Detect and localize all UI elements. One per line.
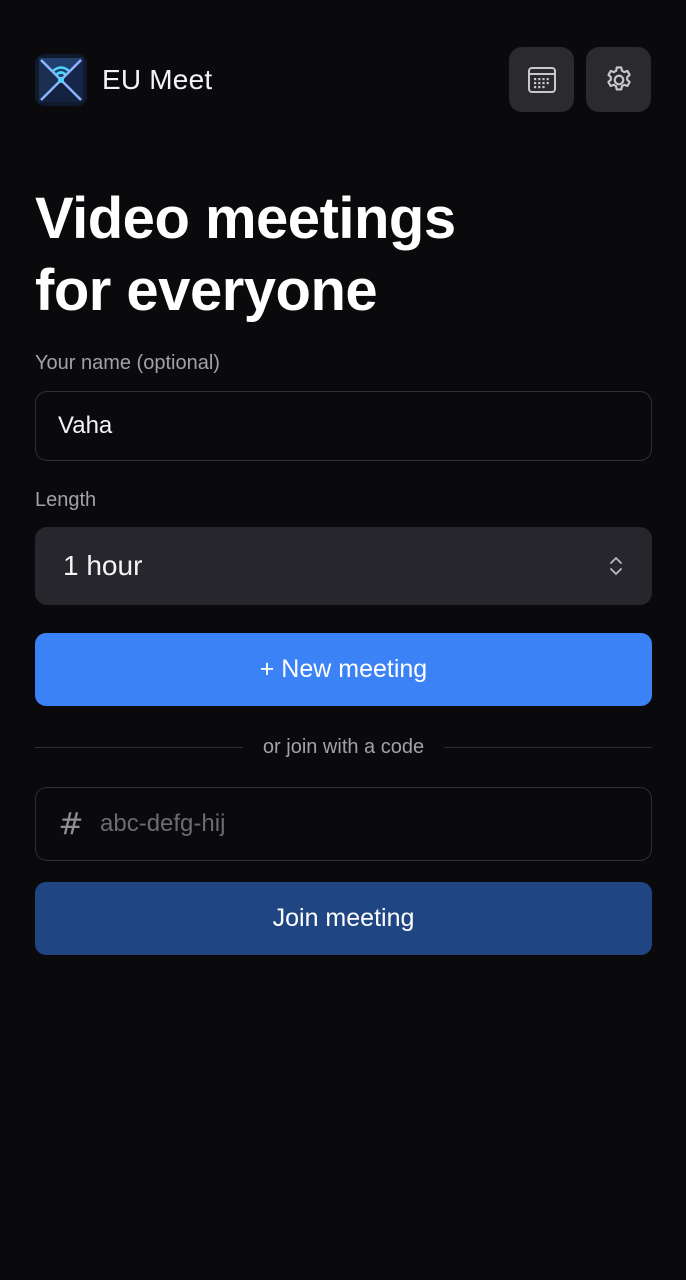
- name-input[interactable]: [35, 391, 652, 461]
- brand: EU Meet: [35, 53, 213, 106]
- length-label: Length: [35, 489, 97, 511]
- join-meeting-button[interactable]: Join meeting: [35, 882, 652, 955]
- length-selected-value: 1 hour: [63, 550, 143, 581]
- settings-button[interactable]: [586, 47, 651, 112]
- page: EU Meet Video meetings for everyone Your…: [0, 0, 686, 1280]
- calendar-button[interactable]: [509, 47, 574, 112]
- meeting-code-field[interactable]: #: [35, 787, 652, 861]
- title-line-2: for everyone: [35, 258, 378, 323]
- chevron-up-down-icon: [610, 557, 622, 575]
- length-select[interactable]: 1 hour: [35, 527, 652, 605]
- divider-line-left: [35, 746, 243, 748]
- header: EU Meet: [35, 47, 651, 112]
- hash-icon: #: [58, 806, 84, 842]
- eu-meet-logo-icon: [35, 53, 87, 106]
- divider-text: or join with a code: [262, 735, 425, 758]
- calendar-icon: [527, 66, 556, 93]
- gear-icon: [606, 65, 631, 91]
- new-meeting-button[interactable]: + New meeting: [35, 633, 652, 706]
- divider-line-right: [444, 746, 653, 748]
- app-name: EU Meet: [102, 63, 213, 95]
- or-divider: or join with a code: [35, 733, 653, 761]
- header-actions: [509, 47, 651, 112]
- meeting-code-input[interactable]: [100, 810, 629, 838]
- title-line-1: Video meetings: [35, 186, 456, 251]
- name-label: Your name (optional): [35, 352, 220, 374]
- page-title: Video meetings for everyone: [35, 183, 655, 327]
